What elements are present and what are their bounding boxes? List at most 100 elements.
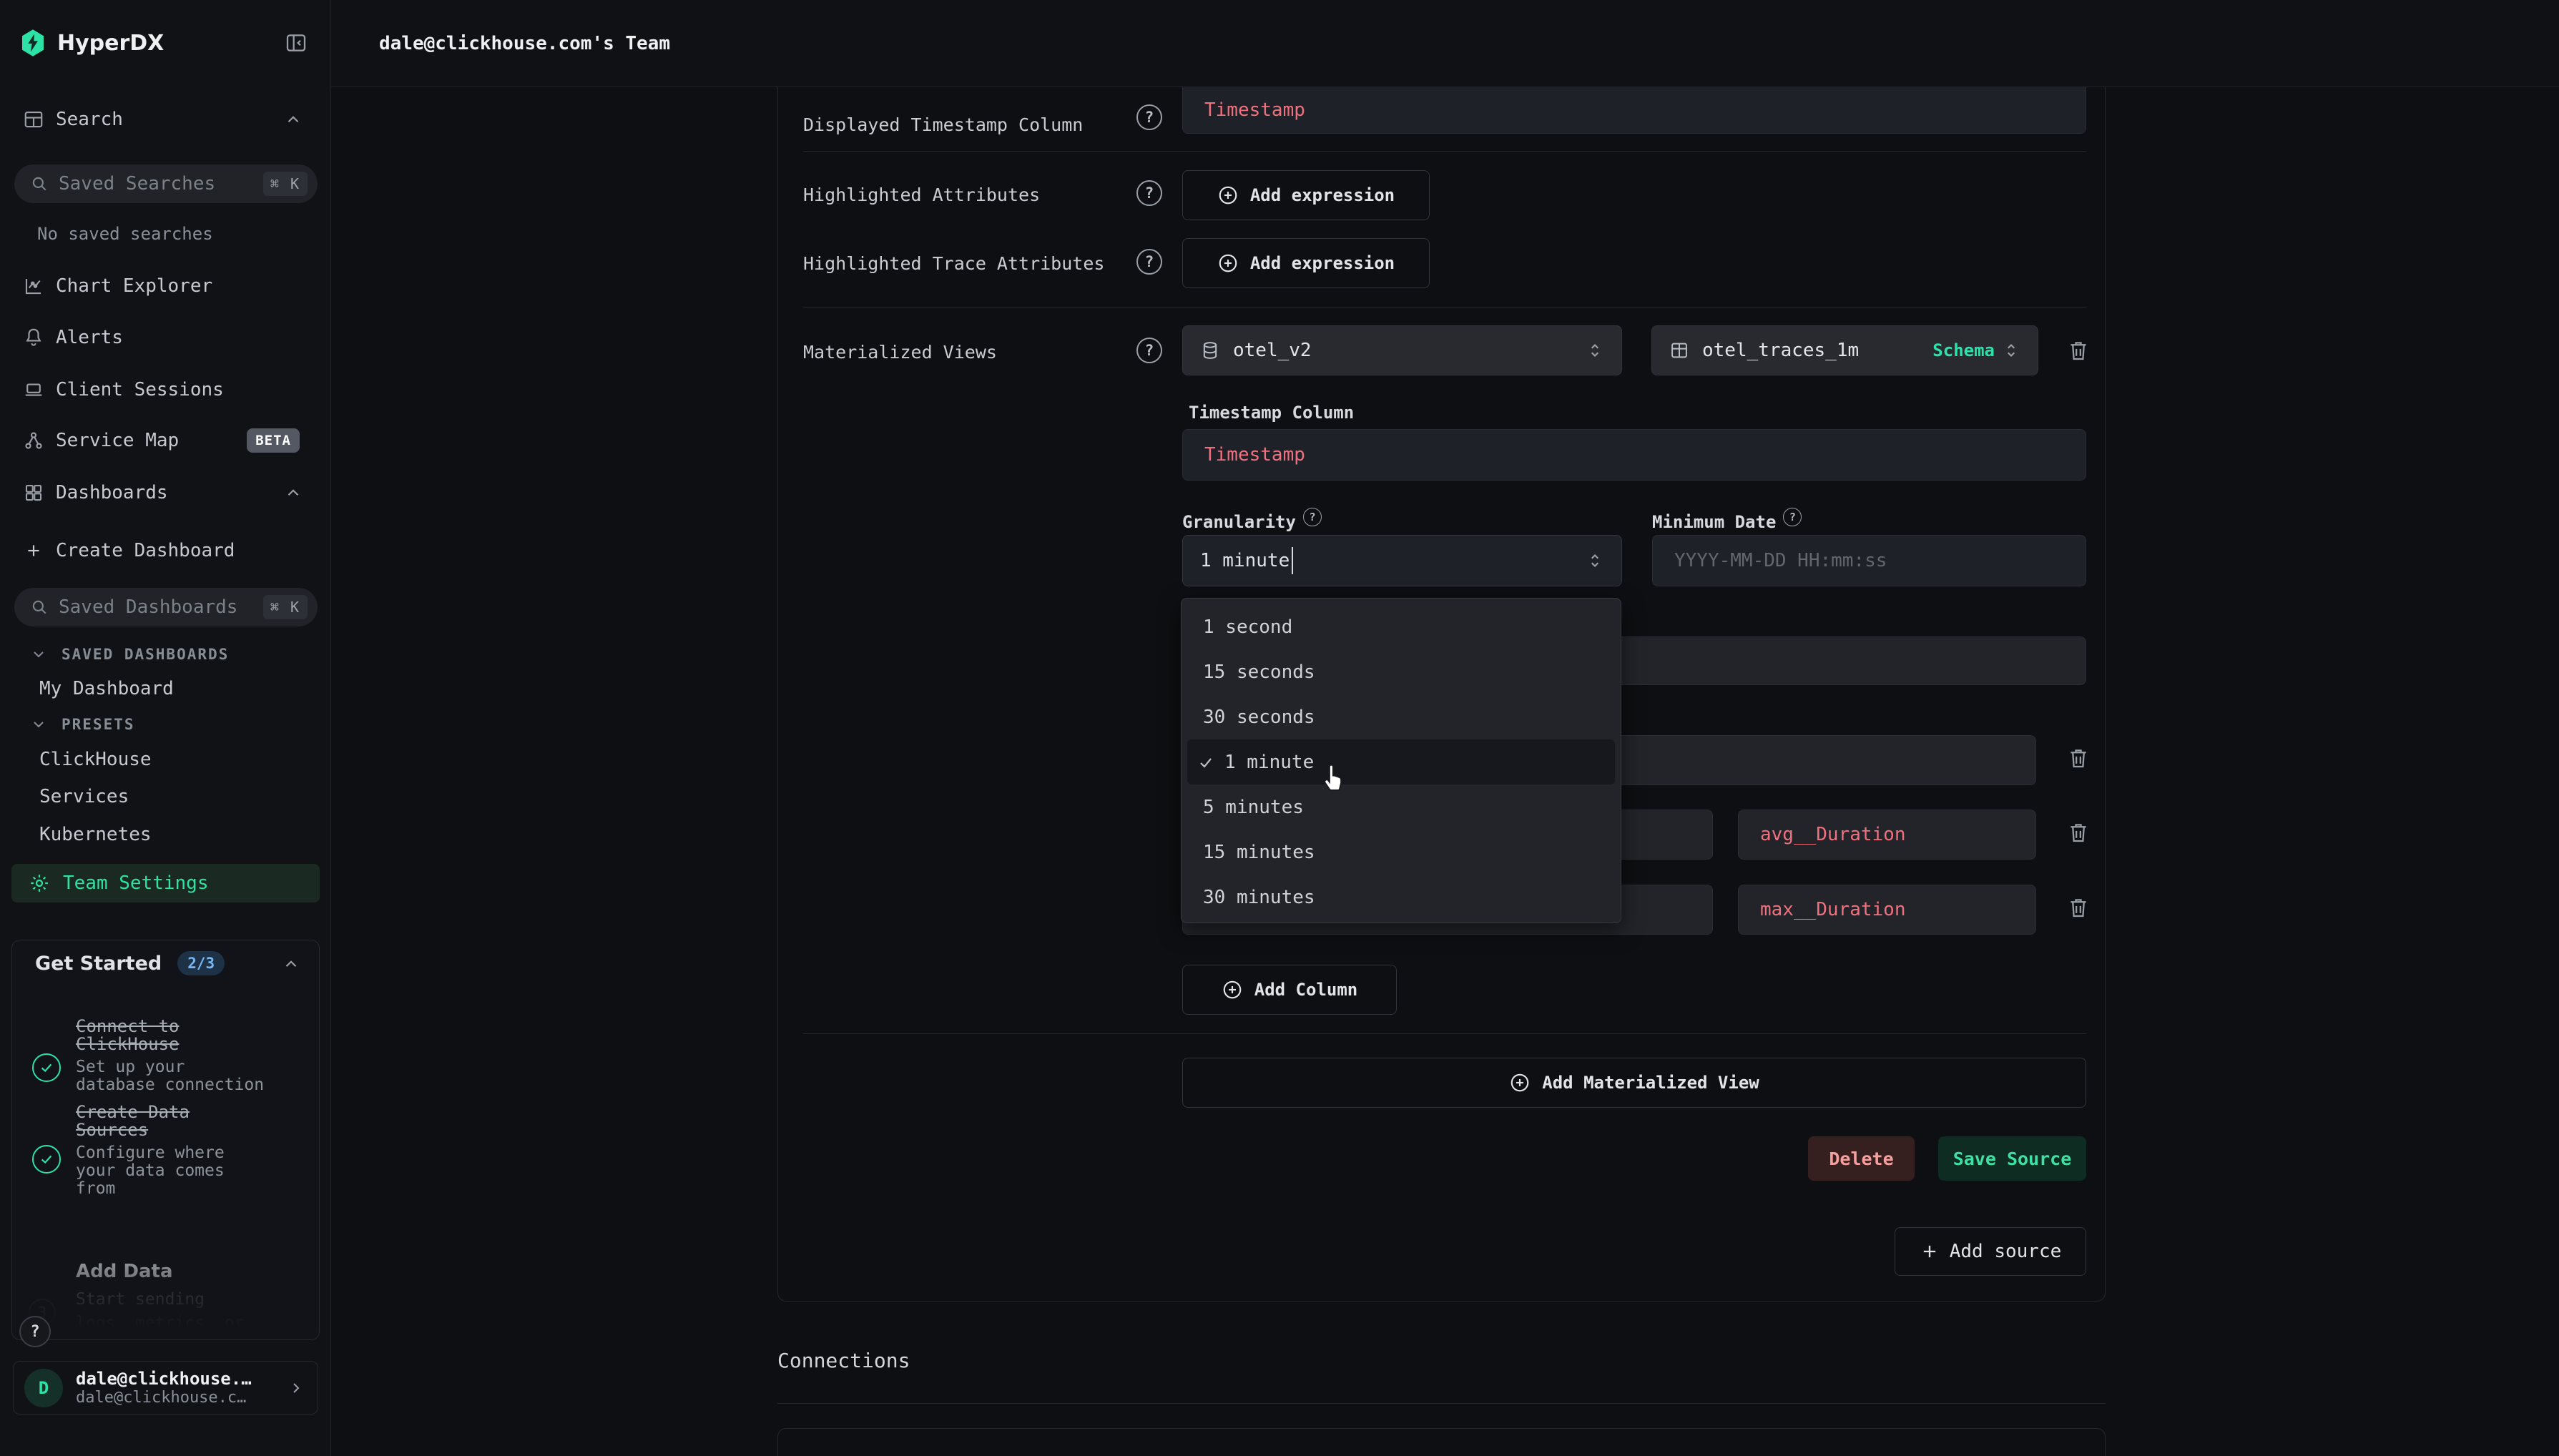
help-icon[interactable] [1136, 180, 1162, 206]
delete-column-button[interactable] [2065, 894, 2092, 921]
brand: HyperDX [20, 27, 164, 59]
chevron-up-icon[interactable] [282, 955, 300, 973]
create-dashboard-button[interactable]: Create Dashboard [0, 531, 331, 571]
help-icon[interactable] [1783, 508, 1802, 526]
sidebar-item-kubernetes[interactable]: Kubernetes [0, 817, 331, 852]
trash-icon [2066, 895, 2091, 920]
sidebar-item-dashboards[interactable]: Dashboards [0, 473, 331, 513]
divider [803, 151, 2086, 152]
mv-timestamp-column-label: Timestamp Column [1189, 403, 1354, 423]
step-title: Create Data [76, 1103, 225, 1121]
mv-table-select[interactable]: otel_traces_1m Schema [1651, 325, 2038, 375]
add-column-button[interactable]: Add Column [1182, 965, 1397, 1015]
step-add-data[interactable]: Add Data Start sending logs, metrics, or… [76, 1261, 244, 1340]
plus-icon [1920, 1241, 1940, 1261]
step-create-data-sources[interactable]: Create Data Sources Configure where your… [76, 1103, 225, 1198]
dropdown-option[interactable]: 30 seconds [1187, 694, 1615, 739]
add-expression-button[interactable]: Add expression [1182, 170, 1430, 220]
mv-timestamp-column-input[interactable]: Timestamp [1182, 429, 2086, 481]
circle-plus-icon [1222, 979, 1243, 1000]
user-name: dale@clickhouse.… [76, 1369, 288, 1389]
shortcut-badge: ⌘ K [263, 595, 308, 619]
mv-column-alias-input[interactable]: avg__Duration [1738, 810, 2036, 860]
sidebar-item-team-settings[interactable]: Team Settings [11, 864, 320, 902]
help-icon[interactable] [1136, 338, 1162, 363]
delete-materialized-view-button[interactable] [2065, 337, 2092, 364]
step-desc: Set up your [76, 1058, 264, 1076]
granularity-input[interactable]: 1 minute [1182, 535, 1622, 586]
trash-icon [2066, 338, 2091, 363]
button-label: Add Materialized View [1542, 1073, 1759, 1093]
add-materialized-view-button[interactable]: Add Materialized View [1182, 1058, 2086, 1108]
dropdown-option[interactable]: 1 second [1187, 604, 1615, 649]
step-desc: traces [76, 1335, 244, 1340]
sidebar-item-client-sessions[interactable]: Client Sessions [0, 370, 331, 410]
user-menu[interactable]: D dale@clickhouse.… dale@clickhouse.c… [13, 1361, 318, 1415]
displayed-timestamp-label: Displayed Timestamp Column [803, 114, 1083, 135]
select-value: otel_v2 [1233, 340, 1312, 361]
text-caret [1292, 547, 1293, 574]
chevron-up-icon[interactable] [284, 110, 303, 129]
trash-icon [2066, 746, 2091, 770]
save-source-button[interactable]: Save Source [1938, 1136, 2086, 1181]
chevron-up-icon[interactable] [284, 483, 303, 502]
highlighted-trace-attributes-label: Highlighted Trace Attributes [803, 253, 1104, 274]
select-value: otel_traces_1m [1702, 340, 1859, 361]
saved-searches-placeholder: Saved Searches [59, 173, 263, 195]
step-title: Add Data [76, 1261, 244, 1282]
dropdown-option[interactable]: 30 minutes [1187, 875, 1615, 920]
help-button[interactable] [19, 1316, 51, 1347]
saved-dashboards-input[interactable]: Saved Dashboards ⌘ K [14, 588, 318, 626]
schema-badge[interactable]: Schema [1932, 340, 1995, 360]
step-done-icon [32, 1053, 61, 1082]
step-desc: from [76, 1180, 225, 1198]
button-label: Add expression [1250, 185, 1395, 205]
button-label: Add Column [1254, 980, 1358, 1000]
sidebar-item-chart-explorer[interactable]: Chart Explorer [0, 266, 331, 306]
sidebar-item-clickhouse[interactable]: ClickHouse [0, 742, 331, 777]
dropdown-option[interactable]: 15 seconds [1187, 649, 1615, 694]
sidebar-item-search[interactable]: Search [0, 99, 331, 139]
dropdown-option-selected[interactable]: 1 minute [1187, 739, 1615, 784]
avatar: D [24, 1369, 63, 1407]
step-desc: logs, metrics, or [76, 1312, 244, 1335]
dropdown-option[interactable]: 15 minutes [1187, 830, 1615, 875]
delete-column-button[interactable] [2065, 819, 2092, 846]
delete-column-button[interactable] [2065, 744, 2092, 772]
mv-column-alias-input[interactable]: max__Duration [1738, 885, 2036, 935]
add-source-button[interactable]: Add source [1895, 1227, 2086, 1276]
granularity-label: Granularity [1182, 512, 1322, 532]
delete-source-button[interactable]: Delete [1808, 1136, 1915, 1181]
button-label: Add expression [1250, 253, 1395, 273]
dashboards-icon [21, 482, 46, 503]
help-icon[interactable] [1136, 104, 1162, 130]
saved-searches-input[interactable]: Saved Searches ⌘ K [14, 164, 318, 203]
step-desc: your data comes [76, 1162, 225, 1180]
help-icon[interactable] [1136, 249, 1162, 275]
help-icon[interactable] [1303, 508, 1322, 526]
minimum-date-input[interactable]: YYYY-MM-DD HH:mm:ss [1652, 535, 2086, 586]
get-started-header[interactable]: Get Started 2/3 [35, 950, 225, 976]
divider [777, 1403, 2106, 1404]
input-value: avg__Duration [1760, 824, 1906, 845]
sidebar-item-my-dashboard[interactable]: My Dashboard [0, 671, 331, 707]
sidebar-item-alerts[interactable]: Alerts [0, 318, 331, 358]
sidebar-item-services[interactable]: Services [0, 779, 331, 815]
dropdown-option[interactable]: 5 minutes [1187, 784, 1615, 830]
displayed-timestamp-input[interactable]: Timestamp [1182, 87, 2086, 134]
chevron-down-icon [30, 646, 47, 663]
sidebar-item-service-map[interactable]: Service Map BETA [0, 420, 331, 461]
search-icon [30, 174, 49, 193]
app-root: HyperDX Search Saved Searches ⌘ K No sav… [0, 0, 2559, 1456]
materialized-views-label: Materialized Views [803, 342, 997, 363]
group-saved-dashboards[interactable]: SAVED DASHBOARDS [30, 646, 229, 663]
add-expression-button[interactable]: Add expression [1182, 238, 1430, 288]
sub-item-label: ClickHouse [39, 749, 152, 770]
step-connect-clickhouse[interactable]: Connect to ClickHouse Set up your databa… [76, 1018, 264, 1094]
sidebar-collapse-button[interactable] [285, 31, 308, 54]
trash-icon [2066, 820, 2091, 845]
mv-database-select[interactable]: otel_v2 [1182, 325, 1622, 375]
input-value: Timestamp [1204, 99, 1305, 121]
circle-plus-icon [1217, 252, 1239, 274]
group-presets[interactable]: PRESETS [30, 716, 135, 733]
